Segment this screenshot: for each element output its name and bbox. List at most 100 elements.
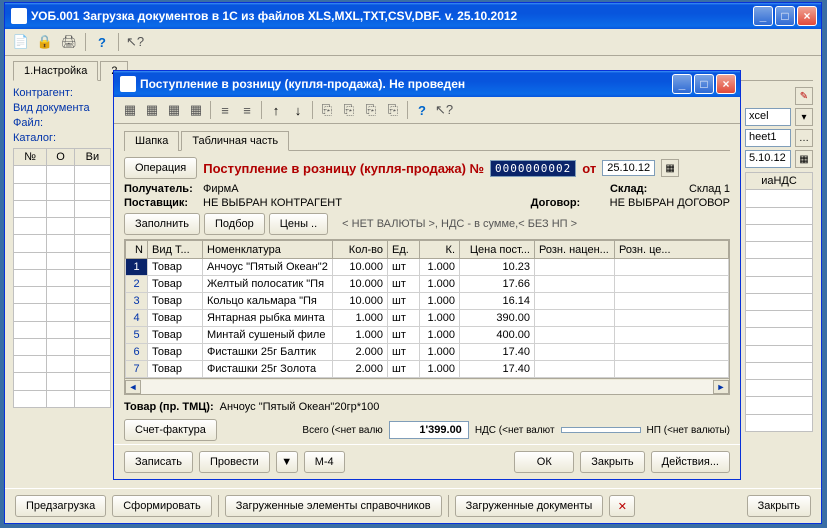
table-row[interactable]: 2ТоварЖелтый полосатик "Пя10.000шт1.0001… <box>126 276 729 293</box>
col-type[interactable]: Вид Т... <box>148 241 203 259</box>
calendar-button[interactable]: ▦ <box>795 150 813 168</box>
dropdown-button[interactable]: ▾ <box>795 108 813 126</box>
doc-date[interactable]: 25.10.12 <box>602 160 655 176</box>
actions-button[interactable]: Действия... <box>651 451 730 473</box>
dialog-minimize-button[interactable]: _ <box>672 74 692 94</box>
tb-icon[interactable]: ▦ <box>120 100 140 120</box>
tool-icon[interactable]: 🖨 <box>59 32 79 52</box>
m4-button[interactable]: М-4 <box>304 451 345 473</box>
form-button[interactable]: Сформировать <box>112 495 212 517</box>
tb-icon[interactable]: ≡ <box>215 100 235 120</box>
close-button[interactable]: Закрыть <box>580 451 644 473</box>
doc-number[interactable]: 0000000002 <box>490 160 576 177</box>
tb-icon[interactable]: ⎘ <box>361 100 381 120</box>
warehouse-value: Склад 1 <box>689 183 730 195</box>
scroll-left-button[interactable]: ◄ <box>125 380 141 394</box>
tool-icon[interactable]: 📄 <box>11 32 31 52</box>
cursor-help-icon[interactable]: ↖? <box>125 32 145 52</box>
col-nomen[interactable]: Номенклатура <box>203 241 333 259</box>
loaded-dir-button[interactable]: Загруженные элементы справочников <box>225 495 442 517</box>
supplier-value: НЕ ВЫБРАН КОНТРАГЕНТ <box>203 197 342 209</box>
col-n[interactable]: N <box>126 241 148 259</box>
x-button[interactable]: ✕ <box>609 495 635 517</box>
tb-icon[interactable]: ▦ <box>186 100 206 120</box>
label-catalog: Каталог: <box>13 132 56 144</box>
dialog-tabs: Шапка Табличная часть <box>124 130 730 151</box>
up-arrow-icon[interactable]: ↑ <box>266 100 286 120</box>
more-button[interactable]: … <box>795 129 813 147</box>
col-k[interactable]: К. <box>420 241 460 259</box>
main-title: УОБ.001 Загрузка документов в 1С из файл… <box>31 9 753 23</box>
main-close-button[interactable]: Закрыть <box>747 495 811 517</box>
tb-icon[interactable]: ▦ <box>164 100 184 120</box>
scroll-right-button[interactable]: ► <box>713 380 729 394</box>
price-button[interactable]: Цены .. <box>269 213 328 235</box>
tb-icon[interactable]: ▦ <box>142 100 162 120</box>
xcel-field[interactable]: xcel <box>745 108 791 126</box>
dialog-maximize-button[interactable]: □ <box>694 74 714 94</box>
col-price[interactable]: Цена пост... <box>460 241 535 259</box>
table-row[interactable]: 6ТоварФисташки 25г Балтик2.000шт1.00017.… <box>126 344 729 361</box>
sheet-field[interactable]: heet1 <box>745 129 791 147</box>
dialog-title: Поступление в розницу (купля-продажа). Н… <box>140 77 672 91</box>
help-icon[interactable]: ? <box>92 32 112 52</box>
invoice-button[interactable]: Счет-фактура <box>124 419 217 441</box>
minimize-button[interactable]: _ <box>753 6 773 26</box>
preload-button[interactable]: Предзагрузка <box>15 495 106 517</box>
table-row[interactable]: 3ТоварКольцо кальмара "Пя10.000шт1.00016… <box>126 293 729 310</box>
dialog-icon <box>120 76 136 92</box>
edit-button[interactable]: ✎ <box>795 87 813 105</box>
tb-icon[interactable]: ⎘ <box>339 100 359 120</box>
pick-button[interactable]: Подбор <box>204 213 265 235</box>
loaded-docs-button[interactable]: Загруженные документы <box>455 495 604 517</box>
tb-icon[interactable]: ≡ <box>237 100 257 120</box>
main-toolbar: 📄 🔒 🖨 ? ↖? <box>5 29 821 56</box>
warehouse-label: Склад: <box>610 183 685 195</box>
dialog-close-button[interactable]: × <box>716 74 736 94</box>
calendar-icon[interactable]: ▦ <box>661 159 679 177</box>
table-row[interactable]: 4ТоварЯнтарная рыбка минта1.000шт1.00039… <box>126 310 729 327</box>
dialog-titlebar: Поступление в розницу (купля-продажа). Н… <box>114 71 740 97</box>
col-n[interactable]: № <box>14 149 47 166</box>
tool-icon[interactable]: 🔒 <box>35 32 55 52</box>
tb-icon[interactable]: ⎘ <box>317 100 337 120</box>
cursor-help-icon[interactable]: ↖? <box>434 100 454 120</box>
col-qty[interactable]: Кол-во <box>333 241 388 259</box>
tab-table[interactable]: Табличная часть <box>181 131 289 151</box>
dialog-window: Поступление в розницу (купля-продажа). Н… <box>113 70 741 480</box>
post-button[interactable]: Провести <box>199 451 270 473</box>
save-button[interactable]: Записать <box>124 451 193 473</box>
dialog-bottom-bar: Записать Провести ▼ М-4 ОК Закрыть Дейст… <box>114 444 740 479</box>
col-vi[interactable]: Ви <box>74 149 110 166</box>
tb-icon[interactable]: ⎘ <box>383 100 403 120</box>
col-retail[interactable]: Розн. це... <box>615 241 729 259</box>
col-margin[interactable]: Розн. нацен... <box>535 241 615 259</box>
post-menu-button[interactable]: ▼ <box>276 451 298 473</box>
close-button[interactable]: × <box>797 6 817 26</box>
label-contragent: Контрагент: <box>13 87 73 99</box>
recipient-label: Получатель: <box>124 183 199 195</box>
maximize-button[interactable]: □ <box>775 6 795 26</box>
scroll-track[interactable] <box>141 380 713 394</box>
tab-settings[interactable]: 1.Настройка <box>13 61 98 81</box>
col-unit[interactable]: Ед. <box>388 241 420 259</box>
fill-button[interactable]: Заполнить <box>124 213 200 235</box>
help-icon[interactable]: ? <box>412 100 432 120</box>
nds-value <box>561 427 641 433</box>
col-o[interactable]: О <box>47 149 75 166</box>
table-row[interactable]: 5ТоварМинтай сушеный филе1.000шт1.000400… <box>126 327 729 344</box>
tab-header[interactable]: Шапка <box>124 131 179 151</box>
ok-button[interactable]: ОК <box>514 451 574 473</box>
date-field[interactable]: 5.10.12 <box>745 150 791 168</box>
table-row[interactable]: 7ТоварФисташки 25г Золота2.000шт1.00017.… <box>126 361 729 378</box>
recipient-value: ФирмА <box>203 183 239 195</box>
contract-label: Договор: <box>531 197 606 209</box>
table-row[interactable]: 1ТоварАнчоус "Пятый Океан"210.000шт1.000… <box>126 259 729 276</box>
bg-table-left: № О Ви <box>13 148 111 408</box>
down-arrow-icon[interactable]: ↓ <box>288 100 308 120</box>
col-nds[interactable]: иаНДС <box>746 173 813 190</box>
dialog-toolbar: ▦ ▦ ▦ ▦ ≡ ≡ ↑ ↓ ⎘ ⎘ ⎘ ⎘ ? ↖? <box>114 97 740 124</box>
label-doctype: Вид документа <box>13 102 90 114</box>
operation-button[interactable]: Операция <box>124 157 197 179</box>
items-grid[interactable]: N Вид Т... Номенклатура Кол-во Ед. К. Це… <box>125 240 729 378</box>
